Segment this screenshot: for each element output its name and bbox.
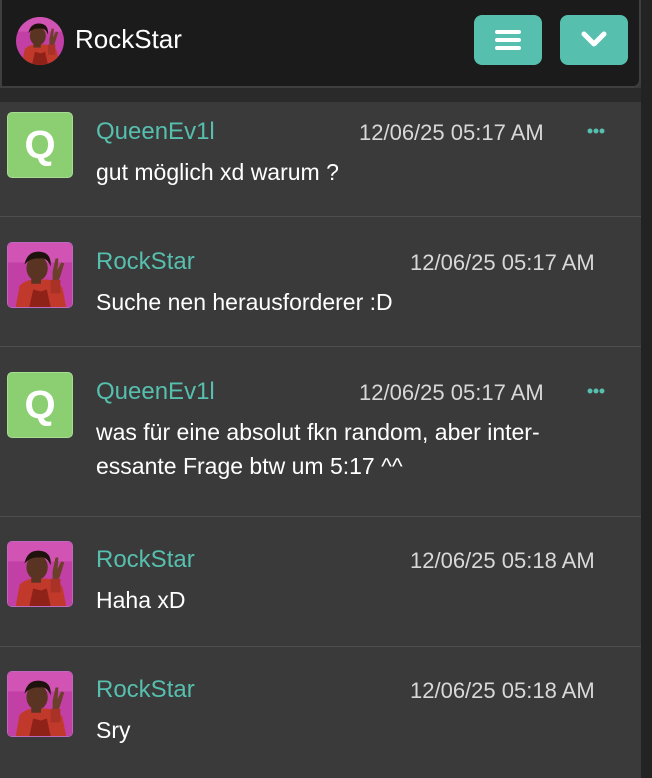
timestamp: 12/06/25 05:17 AM [359,120,544,145]
user-avatar-rockstar[interactable] [7,671,73,737]
message-text: gut möglich xd warum ? [96,159,339,185]
username[interactable]: RockStar [96,248,195,276]
hamburger-menu-icon [495,30,521,50]
message-text-line: essante Frage btw um 5:17 ^^ [96,453,403,479]
username[interactable]: RockStar [96,546,195,574]
username[interactable]: QueenEv1l [96,118,215,146]
timestamp: 12/06/25 05:17 AM [410,250,595,275]
more-options-icon[interactable] [586,386,606,396]
chat-title: RockStar [75,24,182,54]
message-item: RockStar 12/06/25 05:17 AM Suche nen her… [0,217,641,347]
message-item: RockStar 12/06/25 05:18 AM Sry [0,647,641,778]
message-item: RockStar 12/06/25 05:18 AM Haha xD [0,517,641,647]
user-avatar-rockstar[interactable] [7,242,73,308]
message-text: Suche nen herausforderer :D [96,289,393,315]
message-text: Haha xD [96,587,186,613]
user-avatar-icon[interactable] [16,17,64,65]
message-text: Sry [96,717,131,743]
scrollbar-track[interactable] [641,0,652,778]
user-avatar-q[interactable]: Q [7,372,73,438]
more-options-icon[interactable] [586,126,606,136]
header-divider [0,88,641,102]
message-item: Q QueenEv1l 12/06/25 05:17 AM was für ei… [0,347,641,517]
message-item: Q QueenEv1l 12/06/25 05:17 AM gut möglic… [0,102,641,217]
collapse-button[interactable] [560,15,628,65]
message-text: was für eine absolut fkn random, aber in… [96,415,616,483]
user-avatar-q[interactable]: Q [7,112,73,178]
timestamp: 12/06/25 05:18 AM [410,548,595,573]
chevron-down-icon [581,31,607,47]
user-avatar-rockstar[interactable] [7,541,73,607]
message-text-line: was für eine absolut fkn random, aber in… [96,419,540,445]
timestamp: 12/06/25 05:17 AM [359,380,544,405]
chat-header: RockStar [0,0,641,88]
menu-button[interactable] [474,15,542,65]
timestamp: 12/06/25 05:18 AM [410,678,595,703]
username[interactable]: RockStar [96,676,195,704]
username[interactable]: QueenEv1l [96,378,215,406]
message-list: Q QueenEv1l 12/06/25 05:17 AM gut möglic… [0,102,641,778]
